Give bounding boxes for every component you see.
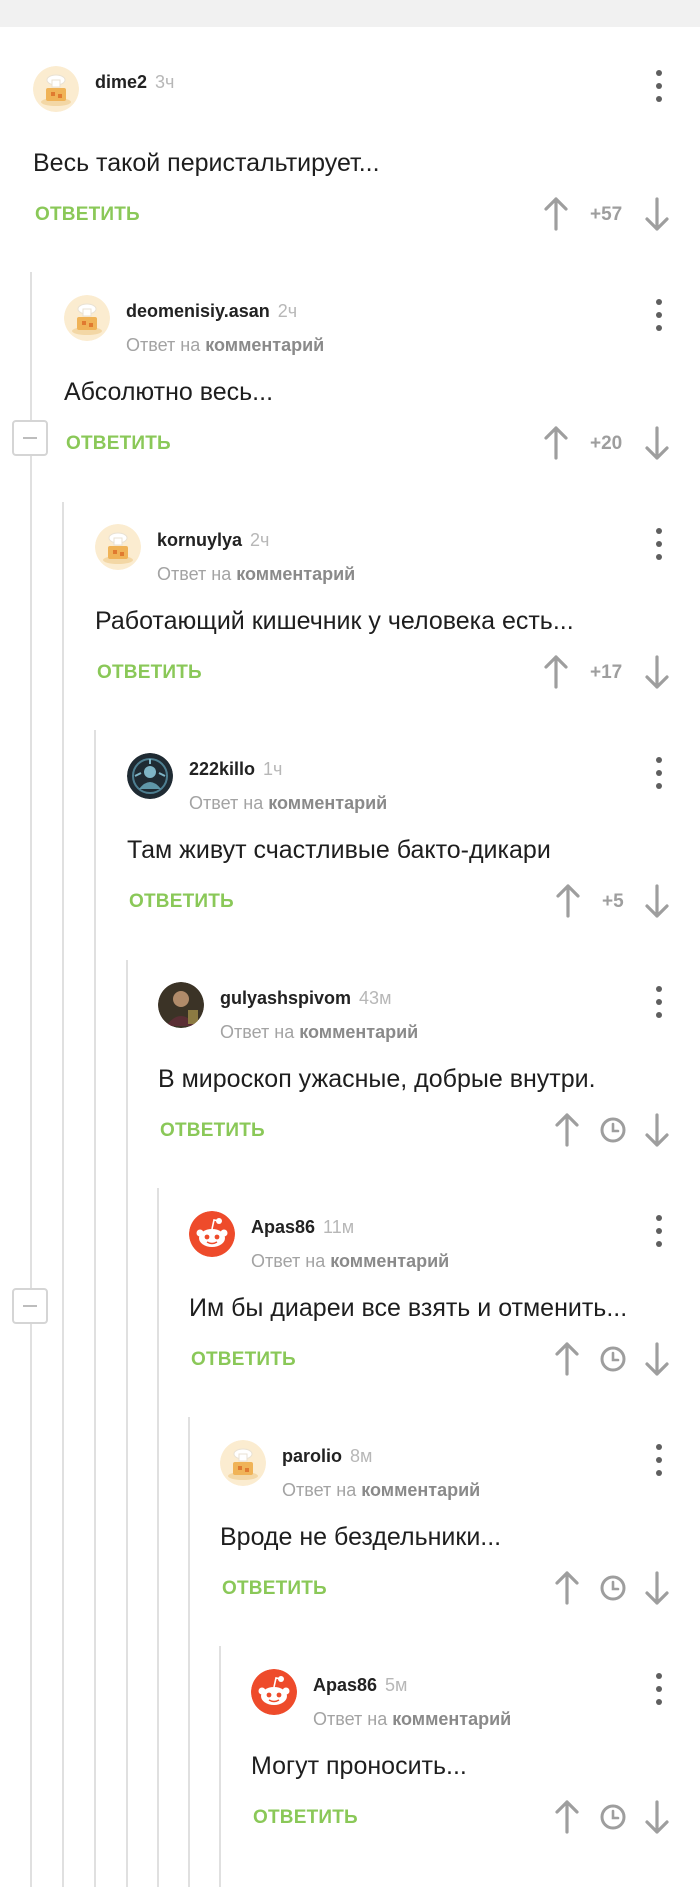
downvote-arrow-icon[interactable]	[644, 1570, 670, 1606]
more-options-icon[interactable]	[649, 1442, 669, 1478]
avatar-default-icon	[64, 295, 110, 341]
more-options-icon[interactable]	[649, 297, 669, 333]
rating-score: +17	[590, 662, 623, 683]
downvote-arrow-icon[interactable]	[644, 1341, 670, 1377]
comment-time: 5м	[385, 1675, 408, 1695]
avatar[interactable]	[189, 1211, 235, 1257]
reply-to-link[interactable]: Ответ на комментарий	[157, 564, 355, 585]
reply-to-link[interactable]: Ответ на комментарий	[251, 1251, 449, 1272]
comment-text: Работающий кишечник у человека есть...	[95, 607, 574, 635]
username[interactable]: 222killo 1ч	[189, 759, 282, 780]
thread-line[interactable]	[219, 1646, 221, 1887]
avatar-default-icon	[220, 1440, 266, 1486]
username[interactable]: Apas86 11м	[251, 1217, 354, 1238]
thread-line[interactable]	[62, 502, 64, 1887]
upvote-arrow-icon[interactable]	[543, 196, 569, 232]
username[interactable]: kornuylya 2ч	[157, 530, 269, 551]
comment-text: Там живут счастливые бакто-дикари	[127, 836, 551, 864]
reply-button[interactable]: ОТВЕТИТЬ	[222, 1578, 327, 1600]
comment-text: Им бы диареи все взять и отменить...	[189, 1294, 628, 1322]
clock-icon[interactable]	[599, 1574, 627, 1602]
avatar[interactable]	[33, 66, 79, 112]
more-options-icon[interactable]	[649, 1671, 669, 1707]
upvote-arrow-icon[interactable]	[554, 1799, 580, 1835]
downvote-arrow-icon[interactable]	[644, 425, 670, 461]
thread-line[interactable]	[157, 1188, 159, 1887]
reply-button[interactable]: ОТВЕТИТЬ	[66, 433, 171, 455]
comment-text: Весь такой перистальтирует...	[33, 149, 380, 177]
downvote-arrow-icon[interactable]	[644, 654, 670, 690]
comment-time: 2ч	[277, 301, 298, 321]
reddit-alien-icon	[189, 1211, 235, 1257]
reply-button[interactable]: ОТВЕТИТЬ	[97, 662, 202, 684]
upvote-arrow-icon[interactable]	[554, 1112, 580, 1148]
comment-time: 1ч	[263, 759, 283, 779]
comment-time: 11м	[323, 1217, 355, 1237]
reply-button[interactable]: ОТВЕТИТЬ	[191, 1349, 296, 1371]
comment-text: Абсолютно весь...	[64, 378, 274, 406]
top-bar	[0, 0, 700, 27]
clock-icon[interactable]	[599, 1345, 627, 1373]
downvote-arrow-icon[interactable]	[644, 196, 670, 232]
clock-icon[interactable]	[599, 1803, 627, 1831]
comment-text: В мироскоп ужасные, добрые внутри.	[158, 1065, 596, 1093]
reply-button[interactable]: ОТВЕТИТЬ	[129, 891, 234, 913]
avatar[interactable]	[95, 524, 141, 570]
more-options-icon[interactable]	[649, 1213, 669, 1249]
more-options-icon[interactable]	[649, 68, 669, 104]
avatar-default-icon	[95, 524, 141, 570]
downvote-arrow-icon[interactable]	[644, 1799, 670, 1835]
avatar-photo-person	[158, 982, 204, 1028]
avatar[interactable]	[220, 1440, 266, 1486]
rating-score: +5	[602, 891, 624, 912]
avatar[interactable]	[127, 753, 173, 799]
avatar[interactable]	[64, 295, 110, 341]
reply-to-link[interactable]: Ответ на комментарий	[189, 793, 387, 814]
username[interactable]: dime2 3ч	[95, 72, 174, 93]
reddit-alien-icon	[251, 1669, 297, 1715]
avatar-default-icon	[33, 66, 79, 112]
reply-button[interactable]: ОТВЕТИТЬ	[35, 204, 140, 226]
more-options-icon[interactable]	[649, 526, 669, 562]
username[interactable]: gulyashspivom 43м	[220, 988, 391, 1009]
reply-to-link[interactable]: Ответ на комментарий	[126, 335, 324, 356]
upvote-arrow-icon[interactable]	[554, 1570, 580, 1606]
comment-time: 2ч	[250, 530, 270, 550]
avatar[interactable]	[251, 1669, 297, 1715]
comment-text: Вроде не бездельники...	[220, 1523, 502, 1551]
rating-score: +57	[590, 204, 623, 225]
downvote-arrow-icon[interactable]	[644, 883, 670, 919]
reply-to-link[interactable]: Ответ на комментарий	[282, 1480, 480, 1501]
avatar-photo-dark	[127, 753, 173, 799]
collapse-thread-button[interactable]	[12, 1288, 48, 1324]
thread-line[interactable]	[30, 272, 32, 1887]
comment-time: 8м	[350, 1446, 373, 1466]
reply-button[interactable]: ОТВЕТИТЬ	[253, 1807, 358, 1829]
more-options-icon[interactable]	[649, 984, 669, 1020]
upvote-arrow-icon[interactable]	[543, 425, 569, 461]
reply-button[interactable]: ОТВЕТИТЬ	[160, 1120, 265, 1142]
collapse-thread-button[interactable]	[12, 420, 48, 456]
rating-score: +20	[590, 433, 623, 454]
username[interactable]: Apas86 5м	[313, 1675, 407, 1696]
thread-line[interactable]	[126, 960, 128, 1887]
thread-line[interactable]	[188, 1417, 190, 1887]
downvote-arrow-icon[interactable]	[644, 1112, 670, 1148]
comment-time: 3ч	[155, 72, 175, 92]
clock-icon[interactable]	[599, 1116, 627, 1144]
more-options-icon[interactable]	[649, 755, 669, 791]
reply-to-link[interactable]: Ответ на комментарий	[313, 1709, 511, 1730]
comment-text: Могут проносить...	[251, 1752, 467, 1780]
upvote-arrow-icon[interactable]	[554, 1341, 580, 1377]
comment-time: 43м	[359, 988, 392, 1008]
thread-line[interactable]	[94, 730, 96, 1887]
upvote-arrow-icon[interactable]	[555, 883, 581, 919]
reply-to-link[interactable]: Ответ на комментарий	[220, 1022, 418, 1043]
username[interactable]: parolio 8м	[282, 1446, 372, 1467]
username[interactable]: deomenisiy.asan 2ч	[126, 301, 297, 322]
upvote-arrow-icon[interactable]	[543, 654, 569, 690]
avatar[interactable]	[158, 982, 204, 1028]
